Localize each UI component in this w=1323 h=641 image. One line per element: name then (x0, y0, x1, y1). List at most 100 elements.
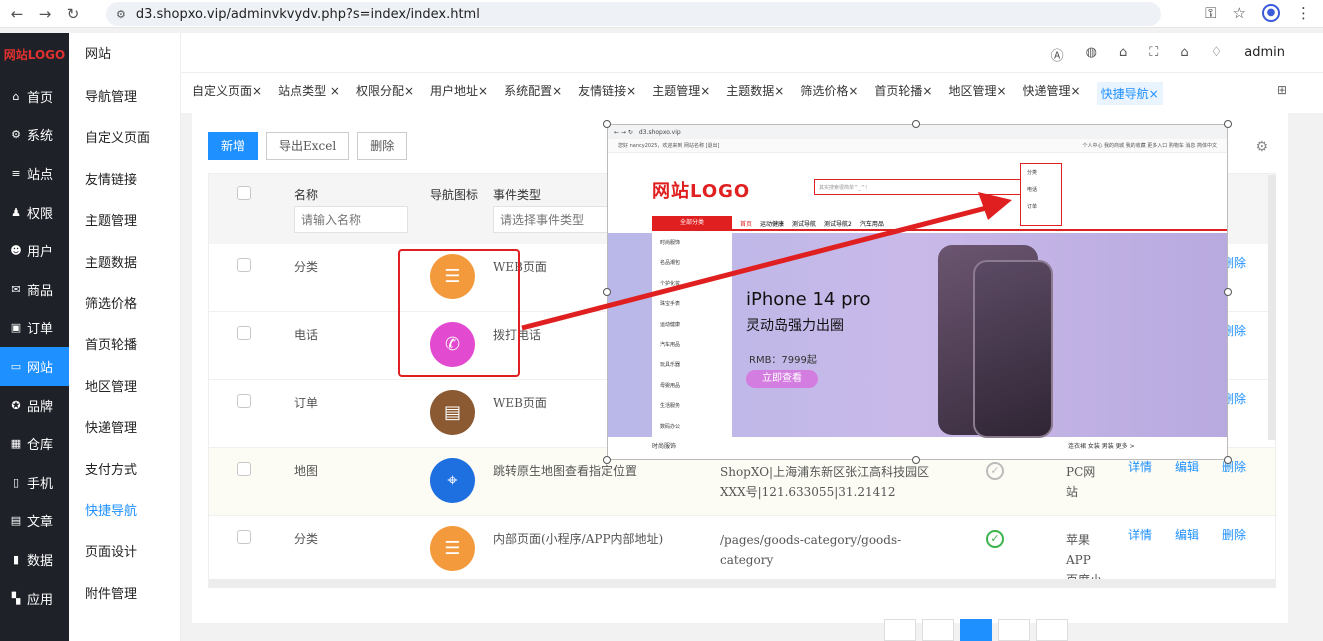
tab-item[interactable]: 友情链接× (578, 82, 636, 105)
row-checkbox[interactable] (237, 462, 251, 476)
sub-sidebar-item[interactable]: 友情链接 (69, 160, 180, 201)
sidebar-item-8[interactable]: ✪ 品牌 (0, 386, 69, 425)
page-last[interactable] (1036, 619, 1068, 641)
row-checkbox[interactable] (237, 394, 251, 408)
sub-sidebar-item[interactable]: 主题管理 (69, 201, 180, 242)
menu-icon[interactable]: ⋮ (1296, 4, 1311, 22)
delete-button[interactable]: 删除 (357, 132, 408, 160)
sub-sidebar-item[interactable]: 附件管理 (69, 574, 180, 615)
edit-link[interactable]: 编辑 (1175, 526, 1199, 543)
overlay-category-item: 珠宝手表 (660, 301, 681, 308)
page-1[interactable] (922, 619, 954, 641)
tab-item[interactable]: 站点类型 × (278, 82, 340, 105)
row-event-value: ShopXO|上海浦东新区张江高科技园区XXX号|121.633055|31.2… (720, 465, 930, 499)
tab-item[interactable]: 主题管理× (652, 82, 710, 105)
header-name[interactable]: 名称 (294, 186, 318, 203)
tab-item[interactable]: 首页轮播× (874, 82, 932, 105)
edit-link[interactable]: 编辑 (1175, 458, 1199, 475)
tab-item[interactable]: 地区管理× (948, 82, 1006, 105)
overlay-dropdown-item: 订单 (1027, 204, 1038, 210)
language-icon[interactable]: Ⓐ (1051, 45, 1064, 64)
resize-handle-bl[interactable] (603, 456, 611, 464)
resize-handle-right[interactable] (1224, 288, 1232, 296)
tab-item[interactable]: 权限分配× (356, 82, 414, 105)
overlay-dropdown-item: 电话 (1027, 187, 1038, 193)
row-checkbox[interactable] (237, 326, 251, 340)
sidebar-item-1[interactable]: ⚙ 系统 (0, 116, 69, 155)
sidebar-item-13[interactable]: ▚ 应用 (0, 579, 69, 618)
sidebar-item-11[interactable]: ▤ 文章 (0, 502, 69, 541)
tabs-more-icon[interactable]: ⊞ (1277, 83, 1287, 97)
sidebar-item-7[interactable]: ▭ 网站 (0, 347, 69, 386)
sidebar-item-4[interactable]: ☻ 用户 (0, 231, 69, 270)
row-checkbox[interactable] (237, 258, 251, 272)
back-icon[interactable]: ← (6, 5, 28, 23)
sub-sidebar-item[interactable]: 地区管理 (69, 367, 180, 408)
tab-item[interactable]: 主题数据× (726, 82, 784, 105)
resize-handle-tl[interactable] (603, 120, 611, 128)
sidebar-item-label: 站点 (27, 167, 54, 183)
page-prev[interactable] (884, 619, 916, 641)
sidebar-item-3[interactable]: ♟ 权限 (0, 193, 69, 232)
sidebar-item-6[interactable]: ▣ 订单 (0, 309, 69, 348)
add-button[interactable]: 新增 (208, 132, 259, 160)
fullscreen-icon[interactable]: ⛶ (1149, 45, 1158, 64)
export-excel-button[interactable]: 导出Excel (266, 132, 350, 160)
resize-handle-bottom[interactable] (912, 456, 920, 464)
bell-icon[interactable]: ♢ (1211, 45, 1223, 64)
sidebar-item-12[interactable]: ▮ 数据 (0, 540, 69, 579)
password-key-icon[interactable]: ⚿ (1205, 4, 1216, 22)
sidebar-item-5[interactable]: ✉ 商品 (0, 270, 69, 309)
row-name: 地图 (294, 464, 319, 478)
event-type-filter[interactable] (493, 206, 608, 233)
row-checkbox[interactable] (237, 530, 251, 544)
horizontal-scrollbar[interactable] (209, 579, 1275, 587)
table-settings-icon[interactable]: ⚙ (1255, 139, 1268, 155)
overlay-category-item: 运动健康 (660, 321, 681, 328)
tab-item[interactable]: 用户地址× (430, 82, 488, 105)
tab-item[interactable]: 快捷导航× (1096, 81, 1163, 105)
resize-handle-left[interactable] (603, 288, 611, 296)
page-next[interactable] (998, 619, 1030, 641)
sub-sidebar-item[interactable]: 主题数据 (69, 243, 180, 284)
sub-sidebar-item[interactable]: 导航管理 (69, 77, 180, 118)
vertical-scrollbar[interactable] (1268, 175, 1276, 440)
sidebar-item-label: 订单 (27, 322, 54, 338)
forward-icon[interactable]: → (34, 5, 56, 23)
sub-sidebar-item[interactable]: 快递管理 (69, 408, 180, 449)
header-event-type[interactable]: 事件类型 (493, 186, 541, 203)
sub-sidebar-item[interactable]: 支付方式 (69, 450, 180, 491)
sidebar-item-9[interactable]: ▦ 仓库 (0, 424, 69, 463)
profile-icon[interactable]: ● (1262, 4, 1280, 22)
theme-icon[interactable]: ◍ (1086, 45, 1097, 64)
delete-link[interactable]: 删除 (1222, 526, 1246, 543)
name-filter-input[interactable] (294, 206, 408, 233)
sidebar-item-2[interactable]: ≡ 站点 (0, 154, 69, 193)
resize-handle-top[interactable] (912, 120, 920, 128)
detail-link[interactable]: 详情 (1128, 458, 1152, 475)
sidebar-item-0[interactable]: ⌂ 首页 (0, 77, 69, 116)
sub-sidebar-item[interactable]: 首页轮播 (69, 325, 180, 366)
tab-item[interactable]: 快递管理× (1023, 82, 1081, 105)
sub-sidebar-item[interactable]: 筛选价格 (69, 284, 180, 325)
tab-item[interactable]: 筛选价格× (800, 82, 858, 105)
store-icon[interactable]: ⌂ (1119, 45, 1127, 64)
storefront-screenshot[interactable]: ← → ↻ d3.shopxo.vip 您好 nancy2025，欢迎来到 网站… (607, 124, 1228, 460)
reload-icon[interactable]: ↻ (62, 5, 84, 23)
sub-sidebar-item[interactable]: 快捷导航 (69, 491, 180, 532)
resize-handle-tr[interactable] (1224, 120, 1232, 128)
sidebar-item-10[interactable]: ▯ 手机 (0, 463, 69, 502)
resize-handle-br[interactable] (1224, 456, 1232, 464)
address-bar[interactable]: ⚙ d3.shopxo.vip/adminvkvydv.php?s=index/… (106, 2, 1161, 26)
page-current[interactable] (960, 619, 992, 641)
detail-link[interactable]: 详情 (1128, 526, 1152, 543)
select-all-checkbox[interactable] (237, 186, 251, 200)
bookmark-star-icon[interactable]: ☆ (1233, 4, 1246, 22)
admin-user[interactable]: admin (1244, 45, 1285, 64)
site-info-icon[interactable]: ⚙ (116, 8, 126, 21)
home-icon[interactable]: ⌂ (1180, 45, 1188, 64)
sub-sidebar-item[interactable]: 页面设计 (69, 532, 180, 573)
tab-item[interactable]: 自定义页面× (192, 82, 262, 105)
sub-sidebar-item[interactable]: 自定义页面 (69, 118, 180, 159)
tab-item[interactable]: 系统配置× (504, 82, 562, 105)
